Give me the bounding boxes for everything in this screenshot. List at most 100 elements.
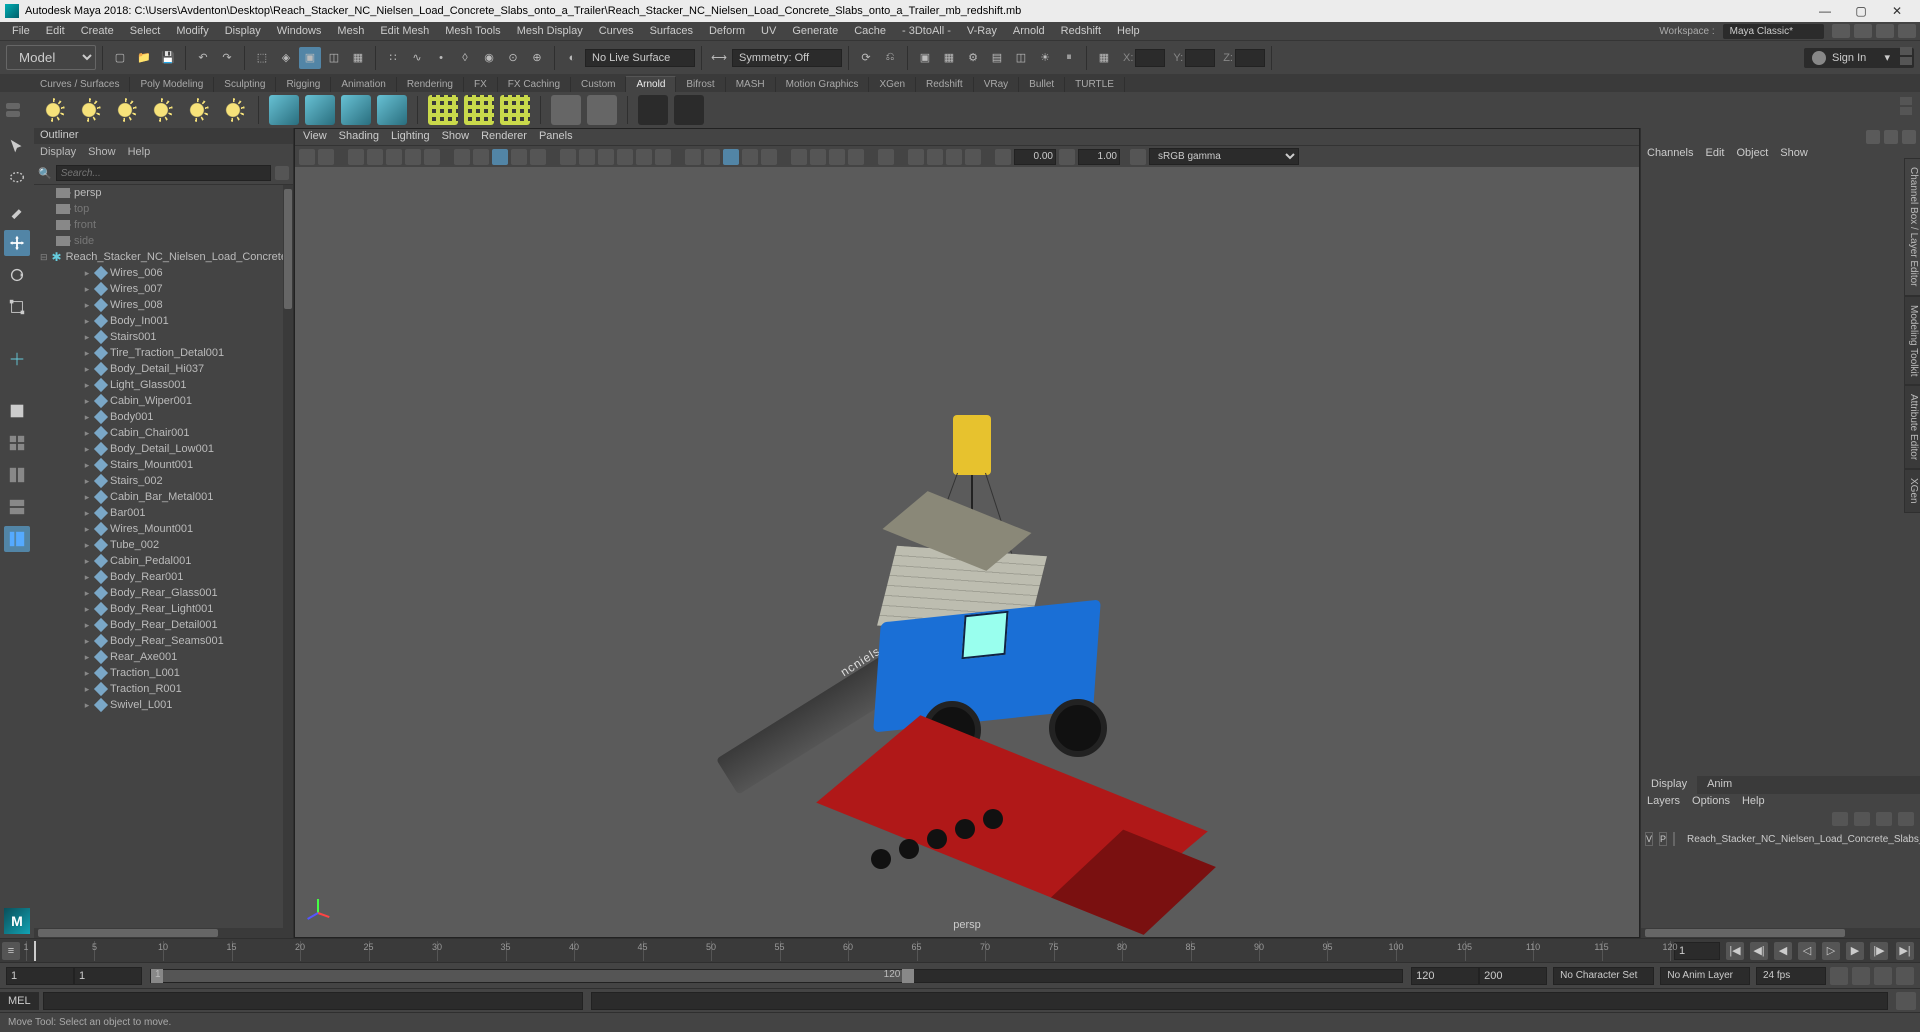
shelf-tab-bifrost[interactable]: Bifrost	[676, 77, 725, 92]
ipr-render-icon[interactable]: ▦	[938, 47, 960, 69]
shelf-tab-rigging[interactable]: Rigging	[276, 77, 331, 92]
minimize-button[interactable]: —	[1807, 0, 1843, 22]
four-pane-icon[interactable]	[4, 430, 30, 456]
light-portal-icon[interactable]	[218, 95, 248, 125]
side-tab-modeling-toolkit[interactable]: Modeling Toolkit	[1904, 296, 1920, 386]
cb-icon-2[interactable]	[1884, 130, 1898, 144]
side-tab-channel-box-layer-editor[interactable]: Channel Box / Layer Editor	[1904, 158, 1920, 296]
vp-depth-icon[interactable]	[761, 149, 777, 165]
shader-1-icon[interactable]	[269, 95, 299, 125]
snap-point-icon[interactable]: •	[430, 47, 452, 69]
shelf-tab-vray[interactable]: VRay	[974, 77, 1019, 92]
menu-file[interactable]: File	[4, 23, 38, 39]
shelf-tab-custom[interactable]: Custom	[571, 77, 626, 92]
menu-mesh-tools[interactable]: Mesh Tools	[437, 23, 508, 39]
outliner-root-node[interactable]: ⊟✱Reach_Stacker_NC_Nielsen_Load_Concrete…	[34, 249, 293, 265]
shelf-tab-bullet[interactable]: Bullet	[1019, 77, 1065, 92]
y-field[interactable]	[1185, 49, 1215, 67]
hypershade-icon[interactable]: ◫	[1010, 47, 1032, 69]
menu-deform[interactable]: Deform	[701, 23, 753, 39]
go-end-icon[interactable]: ▶|	[1896, 942, 1914, 960]
vp-gamma-field[interactable]	[1078, 149, 1120, 165]
vp-polycount-icon[interactable]	[636, 149, 652, 165]
vp-isolate-icon[interactable]	[560, 149, 576, 165]
light-editor-icon[interactable]: ☀	[1034, 47, 1056, 69]
outliner-item[interactable]: ▸Body_Rear_Glass001	[34, 585, 293, 601]
outliner-item[interactable]: ▸Traction_R001	[34, 681, 293, 697]
signin-button[interactable]: Sign In ▾	[1804, 48, 1914, 68]
two-pane-v-icon[interactable]	[4, 494, 30, 520]
outliner-vscroll[interactable]	[283, 185, 293, 938]
viewport-menu-view[interactable]: View	[303, 130, 327, 144]
outliner-item[interactable]: ▸Light_Glass001	[34, 377, 293, 393]
snap-curve-icon[interactable]: ∿	[406, 47, 428, 69]
anim-tab[interactable]: Anim	[1697, 776, 1742, 794]
shelf-tab-arnold[interactable]: Arnold	[626, 76, 676, 92]
render-view-icon[interactable]: ▤	[986, 47, 1008, 69]
select-uv-icon[interactable]: ◫	[323, 47, 345, 69]
z-field[interactable]	[1235, 49, 1265, 67]
outliner-item[interactable]: ▸Stairs_Mount001	[34, 457, 293, 473]
menu-windows[interactable]: Windows	[269, 23, 330, 39]
physical-sky-icon[interactable]	[182, 95, 212, 125]
cmd-lang-label[interactable]: MEL	[0, 992, 39, 1010]
skydome-light-icon[interactable]	[74, 95, 104, 125]
layout-icon-3[interactable]	[1876, 24, 1894, 38]
select-hierarchy-icon[interactable]: ⬚	[251, 47, 273, 69]
go-start-icon[interactable]: |◀	[1726, 942, 1744, 960]
shelf-tab-xgen[interactable]: XGen	[869, 77, 916, 92]
filter-clear-icon[interactable]	[275, 166, 289, 180]
outliner-item[interactable]: ▸Body_Rear_Seams001	[34, 633, 293, 649]
outliner-item[interactable]: ▸Cabin_Chair001	[34, 425, 293, 441]
sound-icon[interactable]	[1896, 967, 1914, 985]
outliner-item[interactable]: ▸Stairs001	[34, 329, 293, 345]
curve-collector-icon[interactable]	[428, 95, 458, 125]
vp-wireframe-icon[interactable]	[454, 149, 470, 165]
layer-icon-4[interactable]	[1898, 812, 1914, 826]
fps-select[interactable]: 24 fps	[1756, 967, 1826, 985]
vp-snap1-icon[interactable]	[908, 149, 924, 165]
menu-edit[interactable]: Edit	[38, 23, 73, 39]
layer-menu-options[interactable]: Options	[1692, 795, 1730, 809]
redo-icon[interactable]: ↷	[216, 47, 238, 69]
pref-icon[interactable]	[1874, 967, 1892, 985]
animlayer-select[interactable]: No Anim Layer	[1660, 967, 1750, 985]
prev-key-icon[interactable]: ◀|	[1750, 942, 1768, 960]
outliner-item[interactable]: ▸Body_In001	[34, 313, 293, 329]
outliner-item[interactable]: ▸Tire_Traction_Detal001	[34, 345, 293, 361]
select-multi-icon[interactable]: ▦	[347, 47, 369, 69]
layer-icon-2[interactable]	[1854, 812, 1870, 826]
menu-select[interactable]: Select	[122, 23, 169, 39]
symmetry-toggle-icon[interactable]: ⟷	[708, 47, 730, 69]
shelf-tab-animation[interactable]: Animation	[331, 77, 396, 92]
scroll-down-icon[interactable]	[1900, 57, 1912, 65]
snap-grid-icon[interactable]: ∷	[382, 47, 404, 69]
vp-gatemask-icon[interactable]	[386, 149, 402, 165]
outliner-item[interactable]: ▸Wires_007	[34, 281, 293, 297]
select-object-icon[interactable]: ◈	[275, 47, 297, 69]
channelbox-menu-channels[interactable]: Channels	[1647, 147, 1693, 161]
outliner-item[interactable]: ▸Body_Detail_Low001	[34, 441, 293, 457]
outliner-camera-persp[interactable]: persp	[34, 185, 293, 201]
outliner-tree[interactable]: persptopfrontside⊟✱Reach_Stacker_NC_Niel…	[34, 185, 293, 938]
viewport-menu-shading[interactable]: Shading	[339, 130, 379, 144]
mesh-light-icon[interactable]	[110, 95, 140, 125]
outliner-item[interactable]: ▸Body001	[34, 409, 293, 425]
vp-resgate-icon[interactable]	[348, 149, 364, 165]
shelf-tab-sculpting[interactable]: Sculpting	[214, 77, 276, 92]
panel-layout-icon[interactable]: ▦	[1093, 47, 1115, 69]
outliner-item[interactable]: ▸Cabin_Bar_Metal001	[34, 489, 293, 505]
live-surface-select[interactable]: No Live Surface	[585, 49, 695, 67]
shelf-tab-rendering[interactable]: Rendering	[397, 77, 464, 92]
menu-create[interactable]: Create	[73, 23, 122, 39]
side-tab-attribute-editor[interactable]: Attribute Editor	[1904, 385, 1920, 469]
render-icon[interactable]: ▣	[914, 47, 936, 69]
outliner-item[interactable]: ▸Wires_008	[34, 297, 293, 313]
outliner-item[interactable]: ▸Bar001	[34, 505, 293, 521]
shelf-tab-fx[interactable]: FX	[464, 77, 498, 92]
outliner-camera-side[interactable]: side	[34, 233, 293, 249]
shelf-tab-fx-caching[interactable]: FX Caching	[498, 77, 571, 92]
menu-edit-mesh[interactable]: Edit Mesh	[372, 23, 437, 39]
history-icon[interactable]: ⟳	[855, 47, 877, 69]
viewport-menu-lighting[interactable]: Lighting	[391, 130, 430, 144]
